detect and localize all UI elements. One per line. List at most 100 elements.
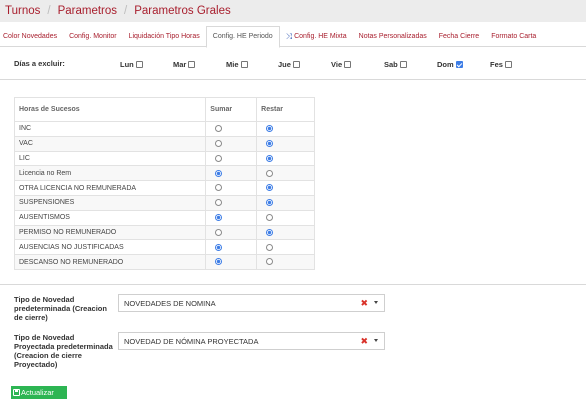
clear-icon[interactable]: ✖	[360, 298, 368, 309]
hour-type-name: DESCANSO NO REMUNERADO	[13, 254, 207, 270]
radio-cell-sumar	[205, 165, 258, 182]
checkbox[interactable]	[240, 61, 248, 68]
tab-fecha-cierre[interactable]: Fecha Cierre	[433, 26, 485, 47]
day-checkbox-lun[interactable]: Lun	[120, 60, 143, 69]
checkbox[interactable]	[455, 61, 463, 68]
radio-restar[interactable]	[266, 199, 274, 207]
tab-bar: Color Novedades Config. Monitor Liquidac…	[0, 26, 586, 48]
day-checkbox-mie[interactable]: Mie	[226, 60, 248, 69]
tab-formato-carta[interactable]: Formato Carta	[485, 26, 542, 47]
table-row: DESCANSO NO REMUNERADO	[13, 254, 315, 270]
radio-restar[interactable]	[266, 258, 274, 266]
radio-sumar[interactable]	[215, 140, 223, 148]
day-label: Fes	[490, 60, 503, 69]
day-label: Mie	[226, 60, 239, 69]
radio-restar[interactable]	[266, 184, 274, 192]
hour-type-name: LIC	[13, 150, 207, 167]
checkbox[interactable]	[399, 61, 407, 68]
hour-type-name: AUSENCIAS NO JUSTIFICADAS	[13, 239, 207, 256]
chevron-down-icon[interactable]	[374, 301, 378, 304]
table-row: PERMISO NO REMUNERADO	[13, 224, 315, 241]
tipo-novedad-proyectada-label: Tipo de Novedad Proyectada predeterminad…	[14, 333, 113, 369]
radio-restar[interactable]	[266, 125, 274, 133]
tab-label: Formato Carta	[491, 32, 537, 40]
checkbox[interactable]	[504, 61, 512, 68]
radio-cell-restar	[256, 209, 315, 226]
tipo-novedad-select[interactable]: NOVEDADES DE NOMINA ✖	[118, 294, 385, 312]
radio-restar[interactable]	[266, 214, 274, 221]
hours-table: Horas de Sucesos Sumar Restar INC VAC LIC L…	[13, 97, 315, 270]
tab-label: Notas Personalizadas	[358, 32, 427, 40]
radio-cell-sumar	[205, 121, 258, 137]
hour-type-name: AUSENTISMOS	[13, 209, 207, 226]
radio-cell-sumar	[205, 180, 258, 196]
radio-cell-sumar	[205, 254, 258, 270]
radio-sumar[interactable]	[215, 258, 223, 266]
tab-config-he-mixta[interactable]: ⤨ Config. HE Mixta	[280, 26, 353, 47]
radio-restar[interactable]	[266, 140, 274, 148]
save-icon	[13, 389, 20, 396]
radio-sumar[interactable]	[215, 184, 223, 192]
tab-config-monitor[interactable]: Config. Monitor	[63, 26, 122, 47]
day-checkbox-mar[interactable]: Mar	[173, 60, 196, 69]
table-row: SUSPENSIONES	[13, 194, 315, 211]
shuffle-icon: ⤨	[285, 31, 293, 41]
breadcrumb-item-turnos[interactable]: Turnos	[5, 5, 40, 17]
day-checkbox-dom[interactable]: Dom	[437, 60, 463, 69]
hour-type-name: INC	[13, 121, 207, 137]
column-header: Horas de Sucesos	[13, 97, 207, 122]
update-button-label: Actualizar	[21, 388, 54, 397]
day-label: Lun	[120, 60, 134, 69]
days-exclude-row: Días a excluir: Lun Mar Mie Jue Vie Sab …	[0, 52, 586, 80]
clear-icon[interactable]: ✖	[360, 336, 368, 347]
radio-sumar[interactable]	[215, 125, 223, 133]
select-value: NOVEDADES DE NOMINA	[124, 298, 216, 308]
radio-sumar[interactable]	[215, 214, 223, 221]
checkbox[interactable]	[344, 61, 352, 68]
radio-sumar[interactable]	[215, 199, 223, 207]
day-checkbox-jue[interactable]: Jue	[278, 60, 300, 69]
tab-liquidacion-tipo-horas[interactable]: Liquidación Tipo Horas	[123, 26, 206, 47]
radio-sumar[interactable]	[215, 154, 223, 162]
radio-sumar[interactable]	[215, 169, 223, 177]
radio-restar[interactable]	[266, 243, 274, 251]
tab-label: Config. Monitor	[69, 32, 117, 40]
tipo-novedad-proyectada-select[interactable]: NOVEDAD DE NÓMINA PROYECTADA ✖	[118, 332, 385, 350]
table-row: AUSENCIAS NO JUSTIFICADAS	[13, 239, 315, 256]
radio-cell-restar	[256, 180, 315, 196]
radio-sumar[interactable]	[215, 228, 223, 236]
table-row: INC	[13, 121, 315, 137]
radio-restar[interactable]	[266, 154, 274, 162]
day-label: Vie	[331, 60, 343, 69]
update-button[interactable]: Actualizar	[11, 386, 67, 399]
day-checkbox-sab[interactable]: Sab	[384, 60, 407, 69]
radio-sumar[interactable]	[215, 243, 223, 251]
checkbox[interactable]	[188, 61, 196, 68]
radio-cell-sumar	[205, 150, 258, 167]
chevron-down-icon[interactable]	[374, 339, 378, 342]
column-header: Restar	[256, 97, 315, 122]
radio-cell-sumar	[205, 209, 258, 226]
radio-restar[interactable]	[266, 228, 274, 236]
checkbox[interactable]	[292, 61, 300, 68]
breadcrumb: Turnos / Parametros / Parametros Grales	[0, 0, 586, 22]
table-header-row: Horas de Sucesos Sumar Restar	[13, 97, 315, 122]
tab-notas-personalizadas[interactable]: Notas Personalizadas	[353, 26, 433, 47]
tab-config-he-periodo[interactable]: Config. HE Periodo	[205, 26, 280, 48]
hour-type-name: OTRA LICENCIA NO REMUNERADA	[13, 180, 207, 196]
day-checkbox-vie[interactable]: Vie	[331, 60, 352, 69]
checkbox[interactable]	[135, 61, 143, 68]
radio-cell-restar	[256, 224, 315, 241]
day-label: Sab	[384, 60, 398, 69]
radio-restar[interactable]	[266, 169, 274, 177]
tab-color-novedades[interactable]: Color Novedades	[0, 26, 63, 47]
breadcrumb-item-parametros[interactable]: Parametros	[58, 5, 117, 17]
section-divider	[0, 284, 586, 285]
breadcrumb-separator: /	[124, 5, 128, 17]
hour-type-name: PERMISO NO REMUNERADO	[13, 224, 207, 241]
column-header: Sumar	[205, 97, 258, 122]
tab-label: Config. HE Mixta	[294, 32, 347, 40]
day-checkbox-fes[interactable]: Fes	[490, 60, 512, 69]
radio-cell-restar	[256, 194, 315, 211]
radio-cell-restar	[256, 121, 315, 137]
